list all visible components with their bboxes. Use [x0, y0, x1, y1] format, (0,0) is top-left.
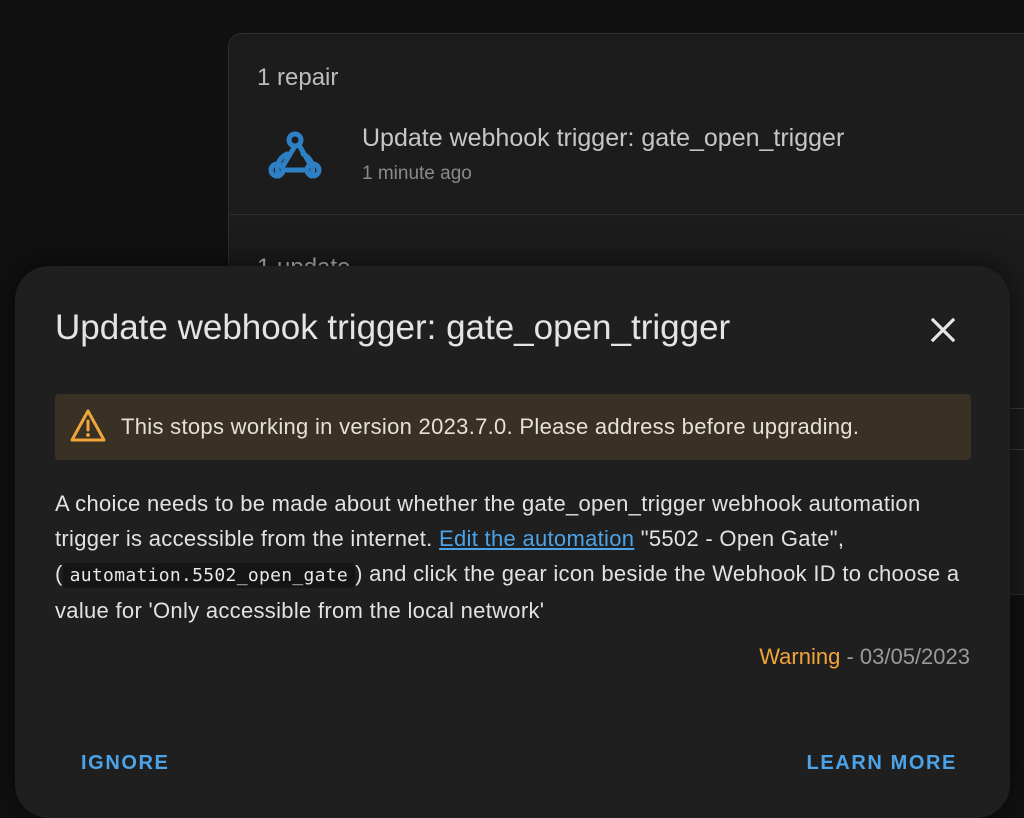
- dialog-description: A choice needs to be made about whether …: [55, 486, 965, 628]
- close-icon[interactable]: [923, 310, 963, 350]
- dialog-title: Update webhook trigger: gate_open_trigge…: [55, 308, 731, 347]
- ignore-button[interactable]: IGNORE: [81, 752, 170, 775]
- issue-meta: Warning - 03/05/2023: [759, 644, 970, 670]
- issue-date: 03/05/2023: [859, 644, 970, 669]
- meta-separator: -: [840, 644, 860, 669]
- repairs-heading: 1 repair: [257, 64, 339, 91]
- repair-dialog: Update webhook trigger: gate_open_trigge…: [15, 266, 1010, 818]
- screen: 1 repair Update webhook trigger: gate_op…: [0, 0, 1024, 818]
- webhook-icon: [268, 131, 322, 179]
- divider: [229, 214, 1024, 215]
- repair-title: Update webhook trigger: gate_open_trigge…: [362, 124, 845, 152]
- repair-list-item[interactable]: Update webhook trigger: gate_open_trigge…: [229, 114, 1024, 214]
- warning-alert: This stops working in version 2023.7.0. …: [55, 394, 971, 460]
- warning-text: This stops working in version 2023.7.0. …: [121, 414, 860, 439]
- entity-id-code: automation.5502_open_gate: [62, 563, 356, 588]
- repair-timestamp: 1 minute ago: [362, 163, 472, 184]
- warning-triangle-icon: [70, 409, 106, 442]
- background-row-edge: [1010, 408, 1024, 450]
- edit-automation-link[interactable]: Edit the automation: [439, 526, 634, 551]
- severity-label: Warning: [759, 644, 841, 669]
- learn-more-button[interactable]: LEARN MORE: [807, 752, 957, 775]
